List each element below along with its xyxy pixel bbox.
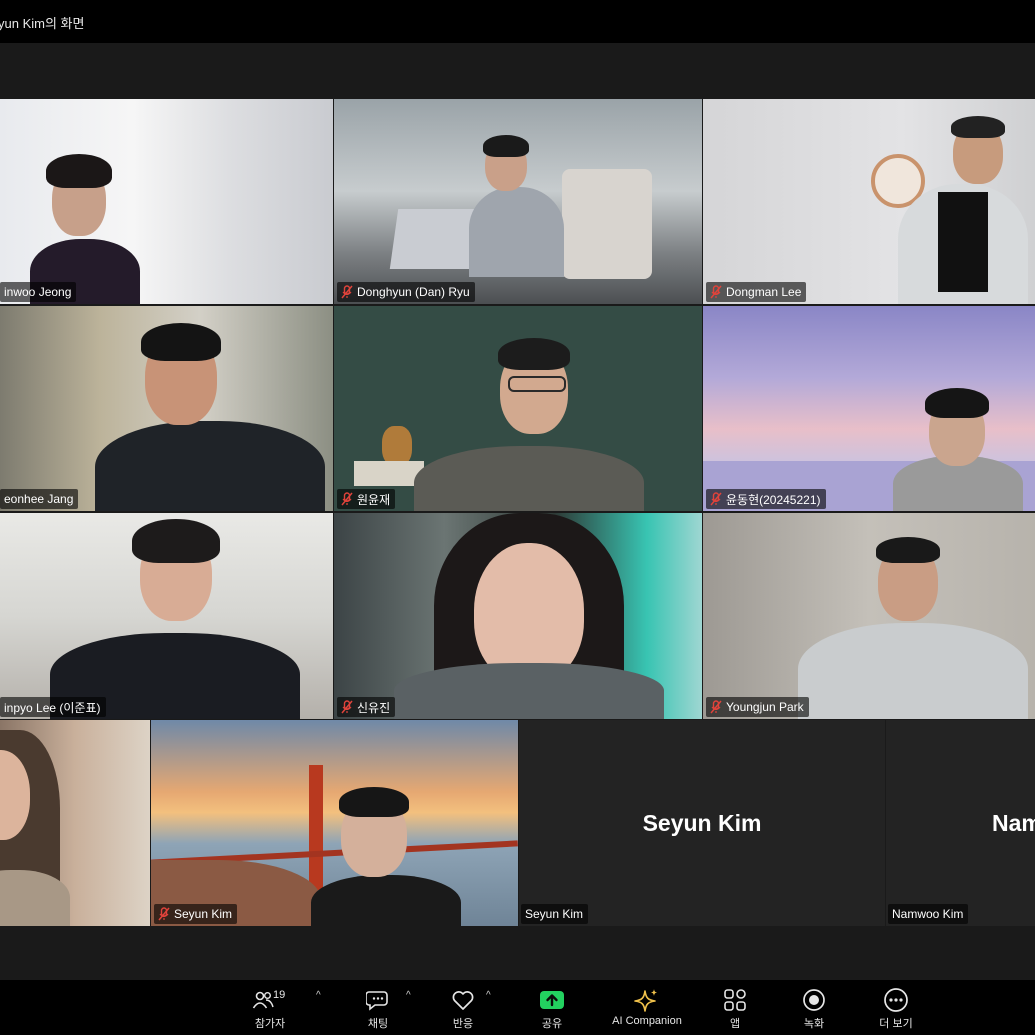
record-label: 녹화 <box>803 1018 825 1030</box>
mic-muted-icon <box>710 700 722 714</box>
record-icon <box>803 989 825 1011</box>
apps-button[interactable]: 앱 <box>720 986 750 1032</box>
reactions-label: 반응 <box>452 1018 474 1030</box>
video-tile[interactable]: 원윤재 <box>334 306 702 511</box>
video-tile[interactable]: Youngjun Park <box>703 513 1035 719</box>
window-title: yun Kim의 화면 <box>0 16 85 31</box>
video-gallery: inwoo Jeong Donghyun (Dan) Ryu Dongman L… <box>0 43 1035 980</box>
video-tile[interactable] <box>0 720 150 926</box>
video-tile[interactable]: eonhee Jang <box>0 306 333 511</box>
share-button[interactable]: 공유 <box>537 986 567 1032</box>
participant-display-name: Seyun Kim <box>642 810 762 836</box>
participant-name-tag: Youngjun Park <box>706 697 809 717</box>
participant-name-tag: Seyun Kim <box>521 904 589 924</box>
apps-label: 앱 <box>729 1018 741 1030</box>
mic-muted-icon <box>158 907 170 921</box>
share-label: 공유 <box>541 1018 563 1030</box>
heart-icon <box>452 991 474 1010</box>
mic-muted-icon <box>341 492 353 506</box>
more-button[interactable]: 더 보기 <box>876 986 916 1032</box>
participant-name-tag: 윤동현(20245221) <box>706 489 826 509</box>
chat-button[interactable]: 채팅 <box>363 986 393 1032</box>
participant-name-tag: Dongman Lee <box>706 282 807 302</box>
participant-name-tag: eonhee Jang <box>0 489 79 509</box>
title-bar: yun Kim의 화면 <box>0 0 1035 43</box>
video-tile[interactable]: Seyun Kim <box>151 720 518 926</box>
participant-name-tag: Seyun Kim <box>154 904 238 924</box>
apps-icon <box>724 989 746 1011</box>
sparkle-icon <box>634 989 657 1012</box>
chat-options-caret-icon[interactable]: ^ <box>406 990 411 1001</box>
ai-companion-label: AI Companion <box>612 1015 682 1027</box>
participants-label: 참가자 <box>254 1018 286 1030</box>
participants-count: 19 <box>273 989 286 1001</box>
participant-display-name: Nam <box>992 810 1035 836</box>
video-tile[interactable]: inwoo Jeong <box>0 99 333 304</box>
video-off-tile[interactable]: Seyun Kim Seyun Kim <box>519 720 885 926</box>
chat-icon <box>366 991 388 1011</box>
mic-muted-icon <box>710 285 722 299</box>
more-label: 더 보기 <box>879 1018 913 1030</box>
video-tile[interactable]: inpyo Lee (이준표) <box>0 513 333 719</box>
video-tile[interactable]: 윤동현(20245221) <box>703 306 1035 511</box>
vase-icon <box>382 426 412 466</box>
reactions-button[interactable]: 반응 <box>448 986 478 1032</box>
record-button[interactable]: 녹화 <box>799 986 829 1032</box>
mic-muted-icon <box>710 492 722 506</box>
participants-options-caret-icon[interactable]: ^ <box>316 990 321 1001</box>
more-icon <box>884 988 908 1012</box>
video-tile[interactable]: Dongman Lee <box>703 99 1035 304</box>
share-icon <box>540 991 564 1009</box>
chat-label: 채팅 <box>367 1018 389 1030</box>
video-tile[interactable]: 신유진 <box>334 513 702 719</box>
participants-button[interactable]: 19 참가자 <box>249 986 291 1032</box>
video-tile[interactable]: Donghyun (Dan) Ryu <box>334 99 702 304</box>
participants-icon <box>252 991 274 1009</box>
ai-companion-button[interactable]: AI Companion <box>605 986 689 1032</box>
meeting-toolbar: 19 참가자 ^ 채팅 ^ 반응 ^ 공유 AI Companion 앱 녹화 … <box>0 980 1035 1035</box>
participant-name-tag: inwoo Jeong <box>0 282 77 302</box>
participant-name-tag: inpyo Lee (이준표) <box>0 697 106 717</box>
video-off-tile[interactable]: Nam Namwoo Kim <box>886 720 1035 926</box>
participant-name-tag: 신유진 <box>337 697 396 717</box>
participant-name-tag: Namwoo Kim <box>888 904 969 924</box>
mic-muted-icon <box>341 285 353 299</box>
mic-muted-icon <box>341 700 353 714</box>
participant-name-tag: Donghyun (Dan) Ryu <box>337 282 475 302</box>
participant-name-tag: 원윤재 <box>337 489 396 509</box>
reactions-options-caret-icon[interactable]: ^ <box>486 990 491 1001</box>
